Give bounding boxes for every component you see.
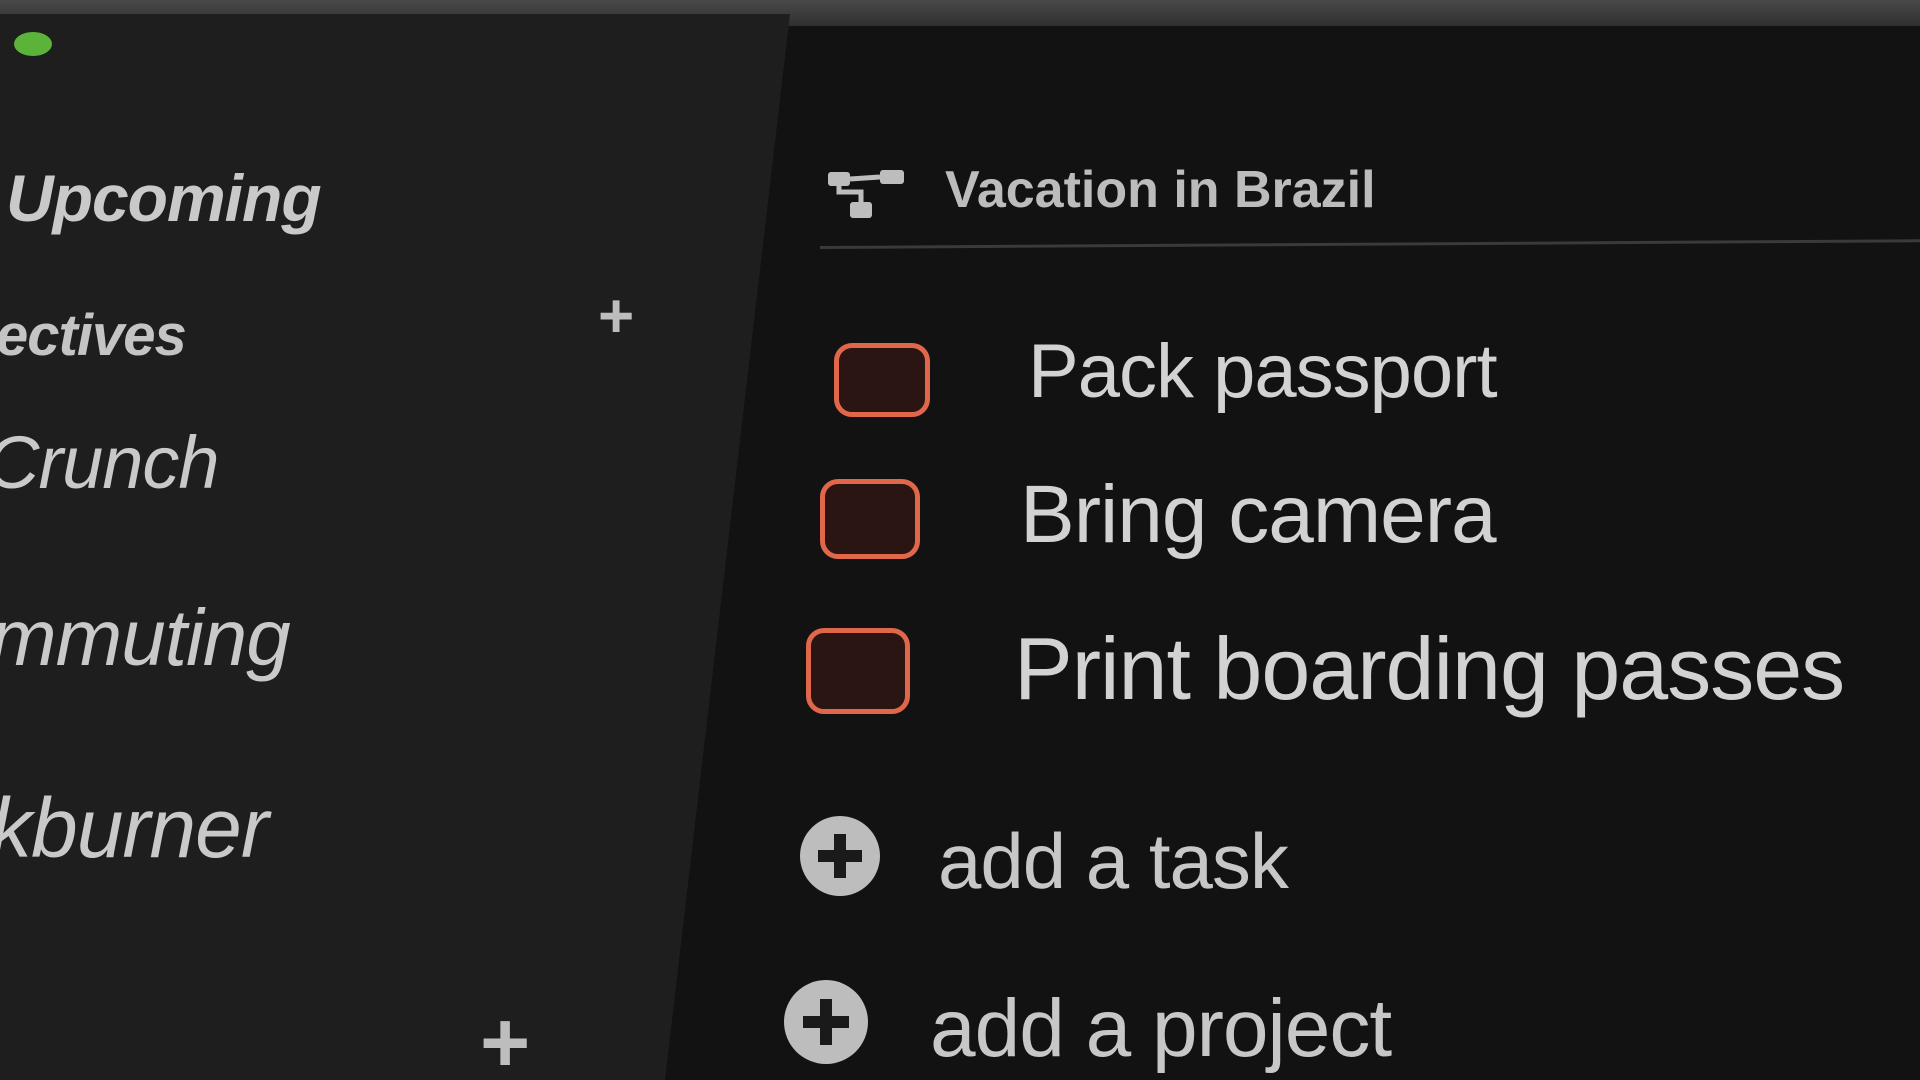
- task-checkbox[interactable]: [820, 479, 920, 559]
- add-project-button[interactable]: add a project: [930, 982, 1392, 1076]
- task-checkbox[interactable]: [834, 343, 930, 417]
- header-divider: [819, 239, 1920, 249]
- add-project-icon[interactable]: [784, 980, 868, 1064]
- task-label[interactable]: Pack passport: [1028, 328, 1498, 415]
- app-window: Upcoming ectives + Crunch mmuting kburne…: [0, 0, 1920, 1080]
- add-task-icon[interactable]: [800, 816, 880, 896]
- task-checkbox[interactable]: [806, 628, 910, 714]
- task-label[interactable]: Bring camera: [1020, 468, 1497, 562]
- add-task-button[interactable]: add a task: [938, 816, 1289, 907]
- project-tree-icon: [826, 168, 906, 222]
- main-panel: Vacation in Brazil Pack passport Bring c…: [0, 0, 1920, 1080]
- project-title: Vacation in Brazil: [945, 161, 1376, 219]
- task-label[interactable]: Print boarding passes: [1014, 618, 1845, 720]
